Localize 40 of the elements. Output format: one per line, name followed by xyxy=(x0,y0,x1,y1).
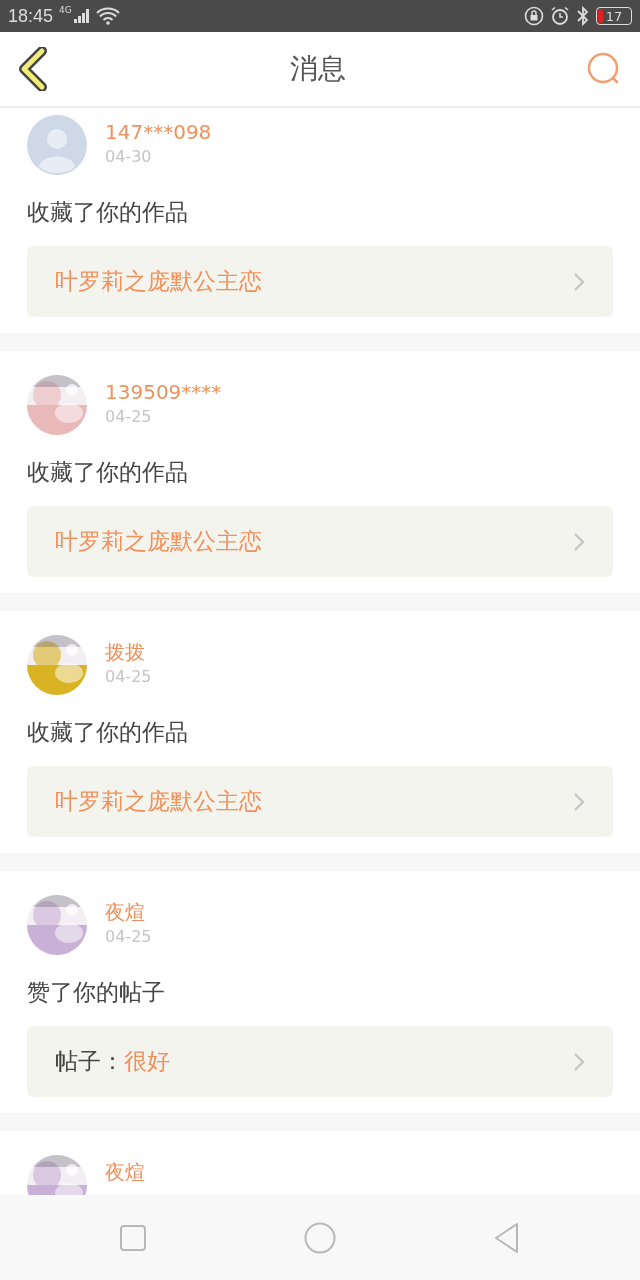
target-title: 叶罗莉之庞默公主恋 xyxy=(55,267,262,296)
target-link[interactable]: 帖子：很好 xyxy=(27,1026,613,1097)
target-title: 叶罗莉之庞默公主恋 xyxy=(55,787,262,816)
message-date: 04-25 xyxy=(105,927,152,946)
target-link[interactable]: 叶罗莉之庞默公主恋 xyxy=(27,766,613,837)
message-date: 04-30 xyxy=(105,147,153,166)
message-date: 04-25 xyxy=(105,667,152,686)
user-name[interactable]: 147***098 xyxy=(105,121,212,143)
status-time: 18:45 xyxy=(8,5,54,27)
target-link[interactable]: 叶罗莉之庞默公主恋 xyxy=(27,506,613,577)
target-title: 很好 xyxy=(124,1047,170,1076)
user-name[interactable]: 139509**** xyxy=(105,381,222,403)
wifi-icon xyxy=(95,7,120,25)
user-name[interactable]: 夜煊 xyxy=(105,901,152,923)
message-text: 赞了你的帖子 xyxy=(27,978,166,1007)
target-label: 帖子： xyxy=(55,1047,124,1076)
avatar-icon[interactable] xyxy=(27,115,87,175)
home-icon[interactable] xyxy=(304,1221,336,1254)
network-type: 4G xyxy=(59,5,72,15)
back-icon[interactable] xyxy=(18,47,50,91)
chevron-icon xyxy=(573,791,585,812)
message-text: 收藏了你的作品 xyxy=(27,718,189,747)
lock-icon xyxy=(524,6,544,26)
target-title: 叶罗莉之庞默公主恋 xyxy=(55,527,262,556)
page-title: 消息 xyxy=(290,51,346,87)
bluetooth-icon xyxy=(576,6,590,26)
signal-icon xyxy=(73,9,90,23)
chevron-icon xyxy=(573,271,585,292)
chevron-icon xyxy=(573,531,585,552)
chevron-icon xyxy=(573,1051,585,1072)
battery-level-bar xyxy=(598,9,603,23)
message-text: 收藏了你的作品 xyxy=(27,458,189,487)
user-name[interactable]: 拨拨 xyxy=(105,641,152,663)
user-name[interactable]: 夜煊 xyxy=(105,1161,145,1183)
battery-percent: 17 xyxy=(605,8,623,24)
message-date: 04-25 xyxy=(105,407,153,426)
message-text: 收藏了你的作品 xyxy=(27,198,189,227)
alarm-icon xyxy=(550,6,570,26)
recent-apps-icon[interactable] xyxy=(118,1223,147,1252)
target-link[interactable]: 叶罗莉之庞默公主恋 xyxy=(27,246,613,317)
